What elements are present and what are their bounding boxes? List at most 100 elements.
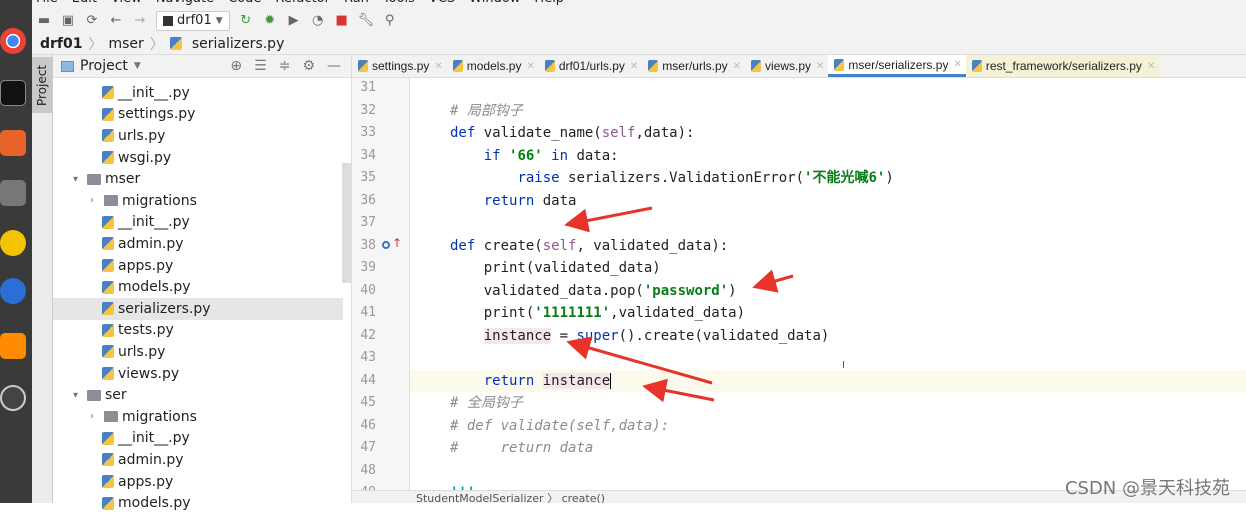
tree-folder[interactable]: › migrations — [53, 406, 343, 428]
close-icon[interactable]: ✕ — [816, 61, 824, 72]
close-icon[interactable]: ✕ — [630, 61, 638, 72]
code-line[interactable]: # 全局钩子 — [450, 392, 523, 415]
code-line[interactable]: validated_data.pop('password') — [450, 280, 737, 303]
tab-rest-framework-serializers-py[interactable]: rest_framework/serializers.py ✕ — [965, 55, 1160, 77]
run-config-select[interactable]: drf01 ▼ — [156, 10, 230, 31]
expand-all-icon[interactable]: ☰ — [254, 58, 267, 74]
hide-icon[interactable]: — — [327, 58, 341, 74]
menu-view[interactable]: View — [111, 0, 142, 6]
code-line[interactable]: # def validate(self,data): — [450, 415, 669, 438]
implements-arrow-icon[interactable]: ↑ — [392, 236, 402, 250]
chrome-icon[interactable] — [0, 28, 26, 54]
code-line[interactable]: return instance — [450, 370, 612, 393]
update-icon[interactable] — [0, 385, 26, 411]
tree-scrollbar[interactable] — [342, 163, 351, 283]
tree-file[interactable]: tests.py — [53, 320, 343, 342]
tree-file[interactable]: apps.py — [53, 255, 343, 277]
close-icon[interactable]: ✕ — [526, 61, 534, 72]
tree-file[interactable]: settings.py — [53, 104, 343, 126]
code-line[interactable]: def create(self, validated_data): — [450, 235, 728, 258]
code-line[interactable]: raise serializers.ValidationError('不能光喊6… — [450, 167, 893, 190]
forward-icon[interactable]: → — [132, 13, 148, 28]
code-line[interactable]: # return data — [450, 437, 593, 460]
store-icon[interactable] — [0, 130, 26, 156]
tree-file[interactable]: admin.py — [53, 449, 343, 471]
tree-folder[interactable]: ▾ ser — [53, 384, 343, 406]
menu-vcs[interactable]: VCS — [429, 0, 455, 6]
menu-tools[interactable]: Tools — [383, 0, 415, 6]
gear-icon[interactable]: ⚙ — [302, 58, 315, 74]
debug-icon[interactable]: ✹ — [262, 13, 278, 28]
rerun-icon[interactable]: ↻ — [238, 13, 254, 28]
back-icon[interactable]: ← — [108, 13, 124, 28]
chevron-down-icon[interactable]: ▾ — [73, 390, 87, 401]
tree-file[interactable]: admin.py — [53, 233, 343, 255]
tab-settings-py[interactable]: settings.py ✕ — [352, 55, 447, 77]
locate-icon[interactable]: ⊕ — [230, 58, 242, 74]
menu-window[interactable]: Window — [469, 0, 520, 6]
project-side-tab[interactable]: Project — [32, 57, 52, 113]
tree-file[interactable]: serializers.py — [53, 298, 343, 320]
settings-wrench-icon[interactable]: 🔧︎ — [358, 13, 375, 28]
tree-file[interactable]: apps.py — [53, 471, 343, 493]
save-icon[interactable]: ▣ — [60, 13, 76, 28]
tree-folder[interactable]: › migrations — [53, 190, 343, 212]
stop-icon[interactable]: ■ — [334, 13, 350, 28]
tree-file[interactable]: __init__.py — [53, 428, 343, 450]
files-icon[interactable] — [0, 180, 26, 206]
sync-icon[interactable]: ⟳ — [84, 13, 100, 28]
close-icon[interactable]: ✕ — [1147, 61, 1155, 72]
code-line[interactable]: return data — [450, 190, 577, 213]
project-view-select[interactable]: Project — [80, 58, 128, 74]
breadcrumb-project[interactable]: drf01 — [40, 36, 83, 52]
code-line[interactable]: instance = super().create(validated_data… — [450, 325, 829, 348]
tree-file[interactable]: __init__.py — [53, 212, 343, 234]
code-line[interactable]: print('1111111',validated_data) — [450, 302, 745, 325]
tab-models-py[interactable]: models.py ✕ — [447, 55, 539, 77]
open-icon[interactable]: ▬ — [36, 13, 52, 28]
close-icon[interactable]: ✕ — [733, 61, 741, 72]
tree-file[interactable]: urls.py — [53, 341, 343, 363]
breadcrumb-file[interactable]: serializers.py — [192, 36, 285, 52]
menu-code[interactable]: Code — [228, 0, 261, 6]
menu-navigate[interactable]: Navigate — [156, 0, 214, 6]
breadcrumb-folder[interactable]: mser — [109, 36, 144, 52]
close-icon[interactable]: ✕ — [434, 61, 442, 72]
sublime-icon[interactable] — [0, 333, 26, 359]
chevron-right-icon[interactable]: › — [90, 411, 104, 422]
tree-file[interactable]: urls.py — [53, 125, 343, 147]
code-line[interactable]: if '66' in data: — [450, 145, 619, 168]
tab-drf01-urls-py[interactable]: drf01/urls.py ✕ — [539, 55, 642, 77]
chevron-down-icon[interactable]: ▾ — [73, 174, 87, 185]
menu-help[interactable]: Help — [534, 0, 564, 6]
tree-file[interactable]: wsgi.py — [53, 147, 343, 169]
chevron-right-icon[interactable]: › — [90, 195, 104, 206]
code-line[interactable]: def validate_name(self,data): — [450, 122, 694, 145]
tab-mser-urls-py[interactable]: mser/urls.py ✕ — [642, 55, 745, 77]
tree-file[interactable]: models.py — [53, 276, 343, 298]
tree-file[interactable]: views.py — [53, 363, 343, 385]
terminal-icon[interactable] — [0, 80, 26, 106]
python-file-icon — [102, 259, 114, 273]
tree-file[interactable]: models.py — [53, 492, 343, 514]
code-line[interactable]: # 局部钩子 — [450, 100, 523, 123]
menu-file[interactable]: File — [36, 0, 58, 6]
tree-file[interactable]: __init__.py — [53, 82, 343, 104]
tree-folder[interactable]: ▾ mser — [53, 168, 343, 190]
code-editor[interactable]: 31 32 33 34 35 36 37 38 39 40 41 42 43 44 45 46 47 48 49 #… — [352, 78, 1246, 490]
menu-edit[interactable]: Edit — [72, 0, 97, 6]
menu-run[interactable]: Run — [344, 0, 369, 6]
menu-refactor[interactable]: Refactor — [275, 0, 330, 6]
breakpoint-override-icon[interactable] — [382, 241, 390, 249]
app-icon[interactable] — [0, 230, 26, 256]
coverage-icon[interactable]: ▶ — [286, 13, 302, 28]
collapse-all-icon[interactable]: ≑ — [279, 58, 291, 74]
code-line[interactable]: print(validated_data) — [450, 257, 661, 280]
tab-mser-serializers-py[interactable]: mser/serializers.py ✕ — [828, 55, 966, 77]
close-icon[interactable]: ✕ — [953, 59, 961, 70]
code-line[interactable]: ''' — [450, 482, 475, 490]
search-icon[interactable]: ⚲ — [382, 13, 398, 28]
browser-icon[interactable] — [0, 278, 26, 304]
profile-icon[interactable]: ◔ — [310, 13, 326, 28]
tab-views-py[interactable]: views.py ✕ — [745, 55, 828, 77]
